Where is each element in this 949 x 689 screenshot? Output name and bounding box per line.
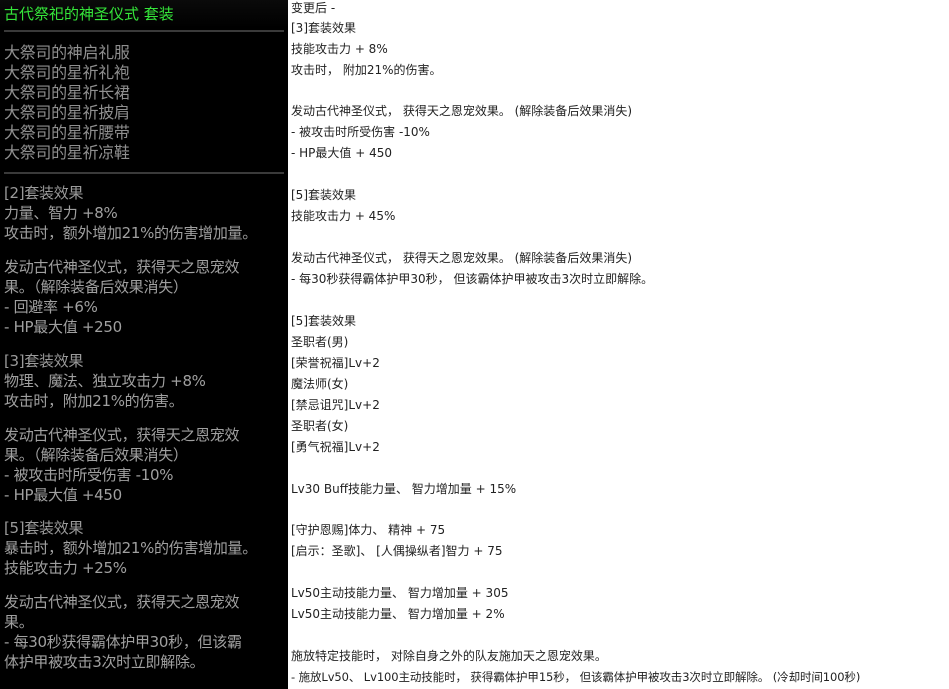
set-item: 大祭司的神启礼服 [4, 43, 130, 62]
note-line: Lv30 Buff技能力量、 智力增加量 + 15% [291, 482, 517, 496]
note-line: 发动古代神圣仪式， 获得天之恩宠效果。 (解除装备后效果消失) [291, 251, 632, 265]
tooltip-line: - 被攻击时所受伤害 -10% [4, 466, 174, 484]
tooltip-line: 果。 [4, 613, 34, 631]
set-item: 大祭司的星祈长裙 [4, 83, 130, 102]
note-line: Lv50主动技能力量、 智力增加量 + 2% [291, 607, 505, 621]
tooltip-line: 体护甲被攻击3次时立即解除。 [4, 653, 205, 671]
note-line: - 每30秒获得霸体护甲30秒， 但该霸体护甲被攻击3次时立即解除。 [291, 272, 654, 286]
tooltip-line: 暴击时，额外增加21%的伤害增加量。 [4, 539, 257, 557]
note-line: [启示：圣歌]、 [人偶操纵者]智力 + 75 [291, 544, 503, 558]
set-title: 古代祭祀的神圣仪式 套装 [4, 5, 174, 23]
set-item: 大祭司的星祈礼袍 [4, 63, 130, 82]
note-line: [5]套装效果 [291, 188, 356, 202]
tooltip-line: 技能攻击力 +25% [4, 559, 127, 577]
divider [4, 172, 284, 174]
set-item: 大祭司的星祈腰带 [4, 123, 130, 142]
note-line: 圣职者(女) [291, 419, 349, 433]
tooltip-line: - 回避率 +6% [4, 298, 98, 316]
note-line: 变更后 - [291, 1, 336, 15]
tooltip-line: - HP最大值 +250 [4, 318, 122, 336]
note-line: 技能攻击力 + 8% [291, 42, 388, 56]
tooltip-line: 攻击时，附加21%的伤害。 [4, 392, 184, 410]
note-line: [禁忌诅咒]Lv+2 [291, 398, 380, 412]
change-notes: 变更后 - [3]套装效果 技能攻击力 + 8% 攻击时， 附加21%的伤害。 … [291, 0, 949, 689]
tooltip-line: 果。（解除装备后效果消失） [4, 278, 188, 296]
note-line: 魔法师(女) [291, 377, 349, 391]
set-item: 大祭司的星祈凉鞋 [4, 143, 130, 162]
tooltip-line: - HP最大值 +450 [4, 486, 122, 504]
set-item: 大祭司的星祈披肩 [4, 103, 130, 122]
tooltip-line: 发动古代神圣仪式，获得天之恩宠效 [4, 426, 240, 444]
note-line: 圣职者(男) [291, 335, 349, 349]
item-set-tooltip: 古代祭祀的神圣仪式 套装 大祭司的神启礼服 大祭司的星祈礼袍 大祭司的星祈长裙 … [0, 0, 288, 689]
tooltip-line: 发动古代神圣仪式，获得天之恩宠效 [4, 593, 240, 611]
tooltip-line: - 每30秒获得霸体护甲30秒，但该霸 [4, 633, 242, 651]
note-line: 攻击时， 附加21%的伤害。 [291, 63, 442, 77]
note-line: [5]套装效果 [291, 314, 356, 328]
note-line: - 被攻击时所受伤害 -10% [291, 125, 430, 139]
note-line: 技能攻击力 + 45% [291, 209, 396, 223]
note-line: [荣誉祝福]Lv+2 [291, 356, 380, 370]
tooltip-line: 果。（解除装备后效果消失） [4, 446, 188, 464]
note-line: [勇气祝福]Lv+2 [291, 440, 380, 454]
tooltip-line: 攻击时，额外增加21%的伤害增加量。 [4, 224, 257, 242]
note-line: [守护恩赐]体力、 精神 + 75 [291, 523, 446, 537]
note-line: 施放特定技能时， 对除自身之外的队友施加天之恩宠效果。 [291, 649, 607, 663]
set-bonus-heading: [5]套装效果 [4, 519, 84, 537]
tooltip-line: 力量、智力 +8% [4, 204, 118, 222]
tooltip-line: 发动古代神圣仪式，获得天之恩宠效 [4, 258, 240, 276]
note-line: [3]套装效果 [291, 21, 356, 35]
note-line: - 施放Lv50、 Lv100主动技能时， 获得霸体护甲15秒， 但该霸体护甲被… [291, 670, 861, 684]
note-line: 发动古代神圣仪式， 获得天之恩宠效果。 (解除装备后效果消失) [291, 104, 632, 118]
tooltip-title-bar: 古代祭祀的神圣仪式 套装 [0, 0, 288, 28]
note-line: Lv50主动技能力量、 智力增加量 + 305 [291, 586, 509, 600]
divider [4, 30, 284, 32]
set-bonus-heading: [2]套装效果 [4, 184, 84, 202]
note-line: - HP最大值 + 450 [291, 146, 392, 160]
tooltip-line: 物理、魔法、独立攻击力 +8% [4, 372, 206, 390]
set-bonus-heading: [3]套装效果 [4, 352, 84, 370]
